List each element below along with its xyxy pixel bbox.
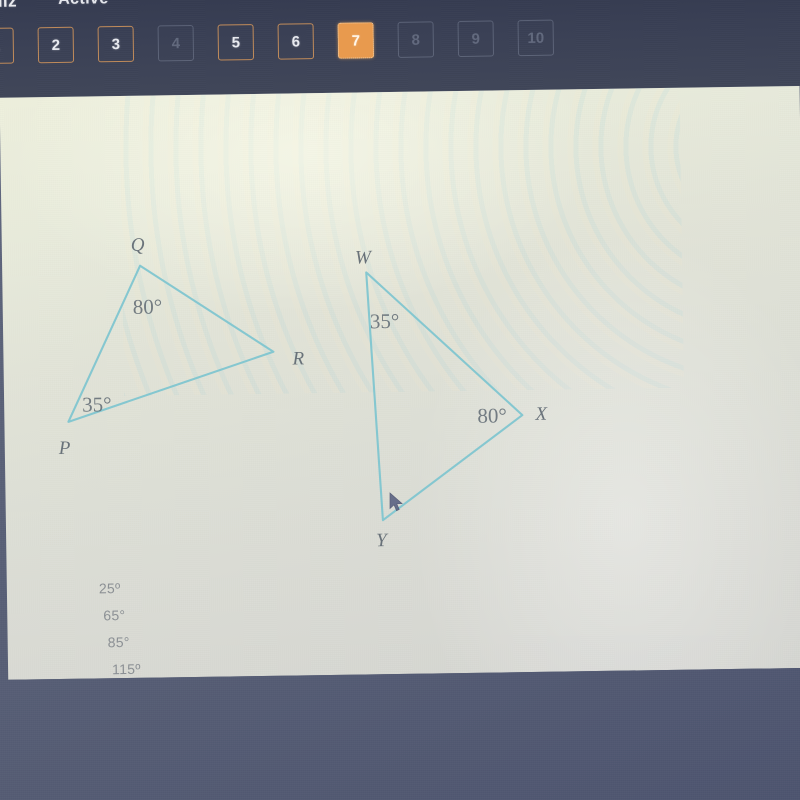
question-button-label: 6 [291,32,301,50]
question-button-label: 9 [471,30,481,48]
triangle-pqr-vertex-label-R: R [291,348,304,369]
quiz-page: uiz Active 1 2 3 4 5 6 7 8 9 10 P Q R 80° 35° W X Y 35° 8… [0,0,800,680]
save-and-exit-button[interactable]: Save and Exit [605,675,788,680]
answer-option-1[interactable]: 25º [99,580,121,596]
triangle-pqr-vertex-label-Q: Q [131,235,145,256]
question-button-10[interactable]: 10 [517,19,555,57]
triangle-pqr: P Q R 80° 35° [58,235,305,459]
question-button-2[interactable]: 2 [37,26,75,64]
question-button-label: 3 [111,35,121,53]
question-button-label: 7 [351,31,361,50]
triangle-pqr-angle-label-P: 35° [82,392,112,416]
quiz-status-label: Active [58,0,109,9]
question-button-label: 4 [171,34,181,52]
triangle-pqr-vertex-label-P: P [58,438,71,459]
question-button-label: 8 [411,31,421,49]
triangle-wxy-vertex-label-Y: Y [376,530,389,551]
triangle-wxy-outline [365,271,524,522]
triangle-wxy-vertex-label-W: W [355,247,373,268]
quiz-title: uiz [0,0,18,11]
question-button-label: 2 [51,36,61,54]
triangle-pqr-angle-label-Q: 80° [133,294,163,318]
answer-option-2[interactable]: 65° [103,607,125,623]
question-button-1[interactable]: 1 [0,27,15,65]
answer-option-3[interactable]: 85° [108,634,130,650]
quiz-header-bar: uiz Active 1 2 3 4 5 6 7 8 9 10 [0,0,800,98]
question-button-7[interactable]: 7 [337,22,375,59]
question-button-6[interactable]: 6 [277,23,315,60]
question-button-label: 10 [527,29,545,47]
question-button-9[interactable]: 9 [457,20,495,58]
question-button-5[interactable]: 5 [217,24,255,61]
question-button-4[interactable]: 4 [157,24,195,62]
photographed-screen-background: uiz Active 1 2 3 4 5 6 7 8 9 10 P Q R 80° 35° W X Y 35° 8… [0,0,800,800]
triangle-wxy-angle-label-W: 35° [370,309,400,333]
quiz-content-area: PQR80°35° WXY35°80° 25º65°85°115º Mark t… [0,85,800,680]
question-button-3[interactable]: 3 [97,25,135,63]
triangle-wxy-vertex-label-X: X [534,404,548,425]
triangle-wxy: W X Y 35° 80° [355,247,549,551]
answer-option-4[interactable]: 115º [112,661,141,677]
question-button-label: 5 [231,33,241,51]
triangle-wxy-angle-label-X: 80° [477,403,507,427]
question-button-8[interactable]: 8 [397,21,435,58]
